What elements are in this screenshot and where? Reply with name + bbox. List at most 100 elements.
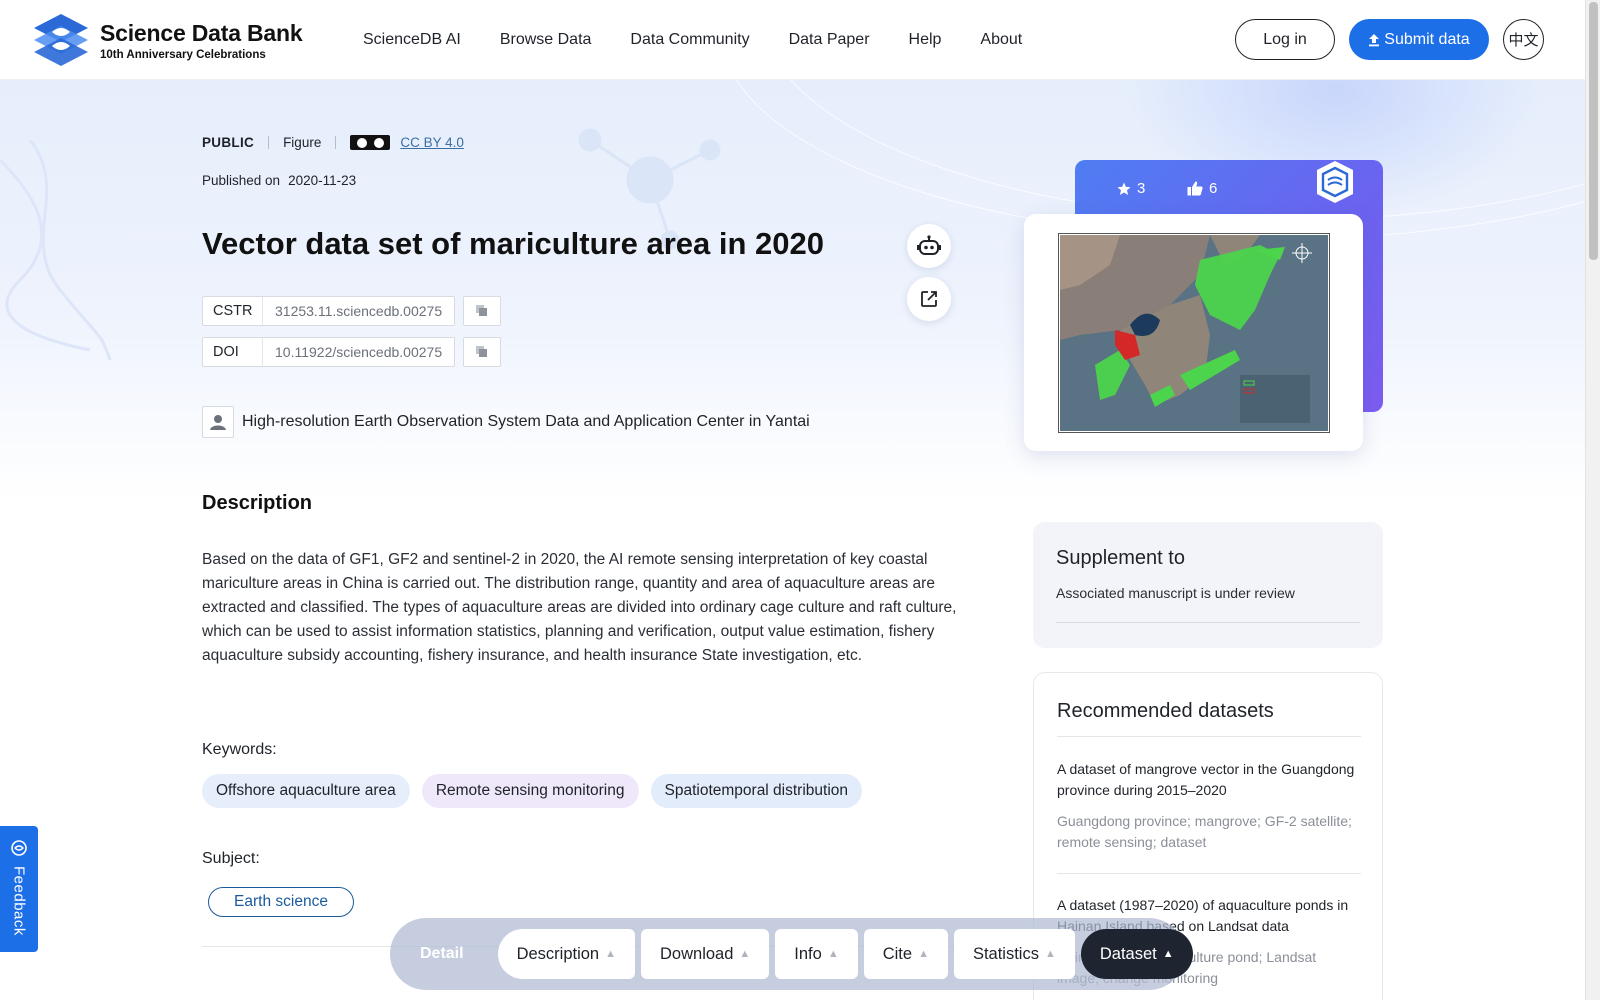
section-tab-cite[interactable]: Cite ▲ (863, 929, 948, 979)
logo-subtitle: 10th Anniversary Celebrations (100, 48, 266, 61)
cstr-row: CSTR 31253.11.sciencedb.00275 (202, 296, 502, 326)
divider (1057, 873, 1361, 874)
page-title: Vector data set of mariculture area in 2… (202, 226, 824, 261)
like-count-value: 6 (1209, 180, 1218, 197)
cc-license-icon (350, 135, 391, 150)
dataset-thumbnail-card[interactable] (1024, 214, 1363, 451)
author-name[interactable]: High-resolution Earth Observation System… (242, 413, 810, 431)
license-link[interactable]: CC BY 4.0 (400, 135, 464, 150)
cstr-value: 31253.11.sciencedb.00275 (275, 303, 443, 319)
login-button[interactable]: Log in (1235, 19, 1335, 60)
page-scrollbar[interactable] (1585, 0, 1600, 1000)
section-tab-label: Download (660, 944, 734, 963)
star-count-value: 3 (1137, 180, 1146, 197)
nav-about[interactable]: About (980, 31, 1022, 49)
divider (1056, 622, 1360, 623)
list-item: A dataset of mangrove vector in the Guan… (1057, 759, 1361, 853)
supplement-heading: Supplement to (1056, 547, 1185, 569)
section-nav-detail: Detail (420, 945, 464, 962)
map-thumbnail (1058, 233, 1330, 433)
feedback-tab[interactable]: Feedback (0, 826, 38, 952)
cstr-box: CSTR 31253.11.sciencedb.00275 (202, 296, 456, 326)
chevron-up-icon: ▲ (1044, 948, 1056, 960)
language-toggle[interactable]: 中文 (1503, 19, 1544, 60)
divider (335, 136, 337, 149)
published-label: Published on (202, 173, 281, 188)
visibility-badge: PUBLIC (202, 135, 255, 150)
published-value: 2020-11-23 (288, 173, 357, 188)
robot-icon (917, 235, 941, 255)
author-row: High-resolution Earth Observation System… (202, 406, 810, 438)
feedback-icon (11, 840, 27, 856)
description-text: Based on the data of GF1, GF2 and sentin… (202, 551, 957, 664)
doi-value: 10.11922/sciencedb.00275 (275, 344, 443, 360)
keyword-chip[interactable]: Offshore aquaculture area (202, 774, 410, 808)
dna-decoration (0, 140, 112, 360)
site-logo[interactable]: Science Data Bank 10th Anniversary Celeb… (32, 12, 303, 68)
submit-data-button[interactable]: Submit data (1349, 19, 1489, 60)
top-header: Science Data Bank 10th Anniversary Celeb… (0, 0, 1585, 80)
keywords-label: Keywords: (202, 741, 277, 758)
feedback-label: Feedback (10, 866, 28, 936)
chevron-up-icon: ▲ (827, 948, 839, 960)
section-tab-label: Dataset (1099, 944, 1157, 963)
cstr-label: CSTR (203, 297, 263, 325)
chevron-up-icon: ▲ (918, 948, 929, 960)
chevron-up-icon: ▲ (1162, 948, 1174, 960)
submit-data-label: Submit data (1384, 30, 1470, 48)
copy-icon (476, 305, 488, 316)
nav-help[interactable]: Help (909, 31, 942, 49)
nav-data-community[interactable]: Data Community (630, 31, 749, 49)
upload-icon (1369, 33, 1380, 46)
recommended-heading: Recommended datasets (1057, 700, 1274, 722)
description-heading: Description (202, 492, 313, 514)
section-tab-label: Statistics (972, 944, 1039, 963)
like-count[interactable]: 6 (1187, 180, 1217, 197)
section-tab-description[interactable]: Description ▲ (497, 929, 636, 979)
section-tab-label: Cite (882, 944, 913, 963)
recommended-title[interactable]: A dataset of mangrove vector in the Guan… (1057, 759, 1361, 801)
published-date: Published on 2020-11-23 (202, 173, 356, 188)
section-tab-info[interactable]: Info ▲ (775, 929, 858, 979)
supplement-text: Associated manuscript is under review (1056, 585, 1295, 601)
recommended-keywords: Guangdong province; mangrove; GF-2 satel… (1057, 813, 1352, 850)
nav-sciencedb-ai[interactable]: ScienceDB AI (363, 31, 461, 49)
star-icon (1117, 182, 1131, 195)
map-thumbnail-image (1060, 235, 1328, 431)
doi-label: DOI (203, 338, 263, 366)
doi-box: DOI 10.11922/sciencedb.00275 (202, 337, 456, 367)
dataset-type: Figure (283, 135, 322, 150)
dataset-meta: PUBLIC Figure CC BY 4.0 (202, 135, 464, 150)
chevron-up-icon: ▲ (739, 948, 751, 960)
star-count[interactable]: 3 (1117, 180, 1145, 197)
keyword-chip[interactable]: Remote sensing monitoring (421, 774, 639, 808)
external-link-icon (921, 291, 937, 307)
copy-doi-button[interactable] (463, 337, 502, 367)
scidb-badge-icon (1317, 161, 1353, 203)
keyword-chip[interactable]: Spatiotemporal distribution (650, 774, 863, 808)
copy-cstr-button[interactable] (463, 296, 502, 326)
main-nav: ScienceDB AI Browse Data Data Community … (363, 0, 1022, 80)
subject-chip[interactable]: Earth science (208, 887, 354, 917)
doi-row: DOI 10.11922/sciencedb.00275 (202, 337, 502, 367)
subject-label: Subject: (202, 850, 260, 867)
section-tab-statistics[interactable]: Statistics ▲ (953, 929, 1075, 979)
divider (1057, 736, 1361, 737)
chevron-up-icon: ▲ (605, 948, 617, 960)
nav-data-paper[interactable]: Data Paper (789, 31, 870, 49)
ai-assistant-button[interactable] (907, 224, 951, 268)
user-icon (210, 415, 226, 430)
section-tab-label: Description (516, 944, 600, 963)
section-tab-dataset[interactable]: Dataset ▲ (1080, 929, 1193, 979)
copy-icon (476, 346, 488, 357)
avatar (202, 406, 234, 438)
share-button[interactable] (907, 277, 951, 321)
keywords-list: Offshore aquaculture area Remote sensing… (202, 774, 863, 808)
divider (268, 136, 270, 149)
supplement-card: Supplement to Associated manuscript is u… (1033, 522, 1383, 648)
section-tab-download[interactable]: Download ▲ (641, 929, 770, 979)
thumbs-up-icon (1187, 181, 1203, 196)
nav-browse-data[interactable]: Browse Data (500, 31, 592, 49)
scrollbar-thumb[interactable] (1589, 2, 1598, 260)
logo-icon (34, 14, 88, 66)
